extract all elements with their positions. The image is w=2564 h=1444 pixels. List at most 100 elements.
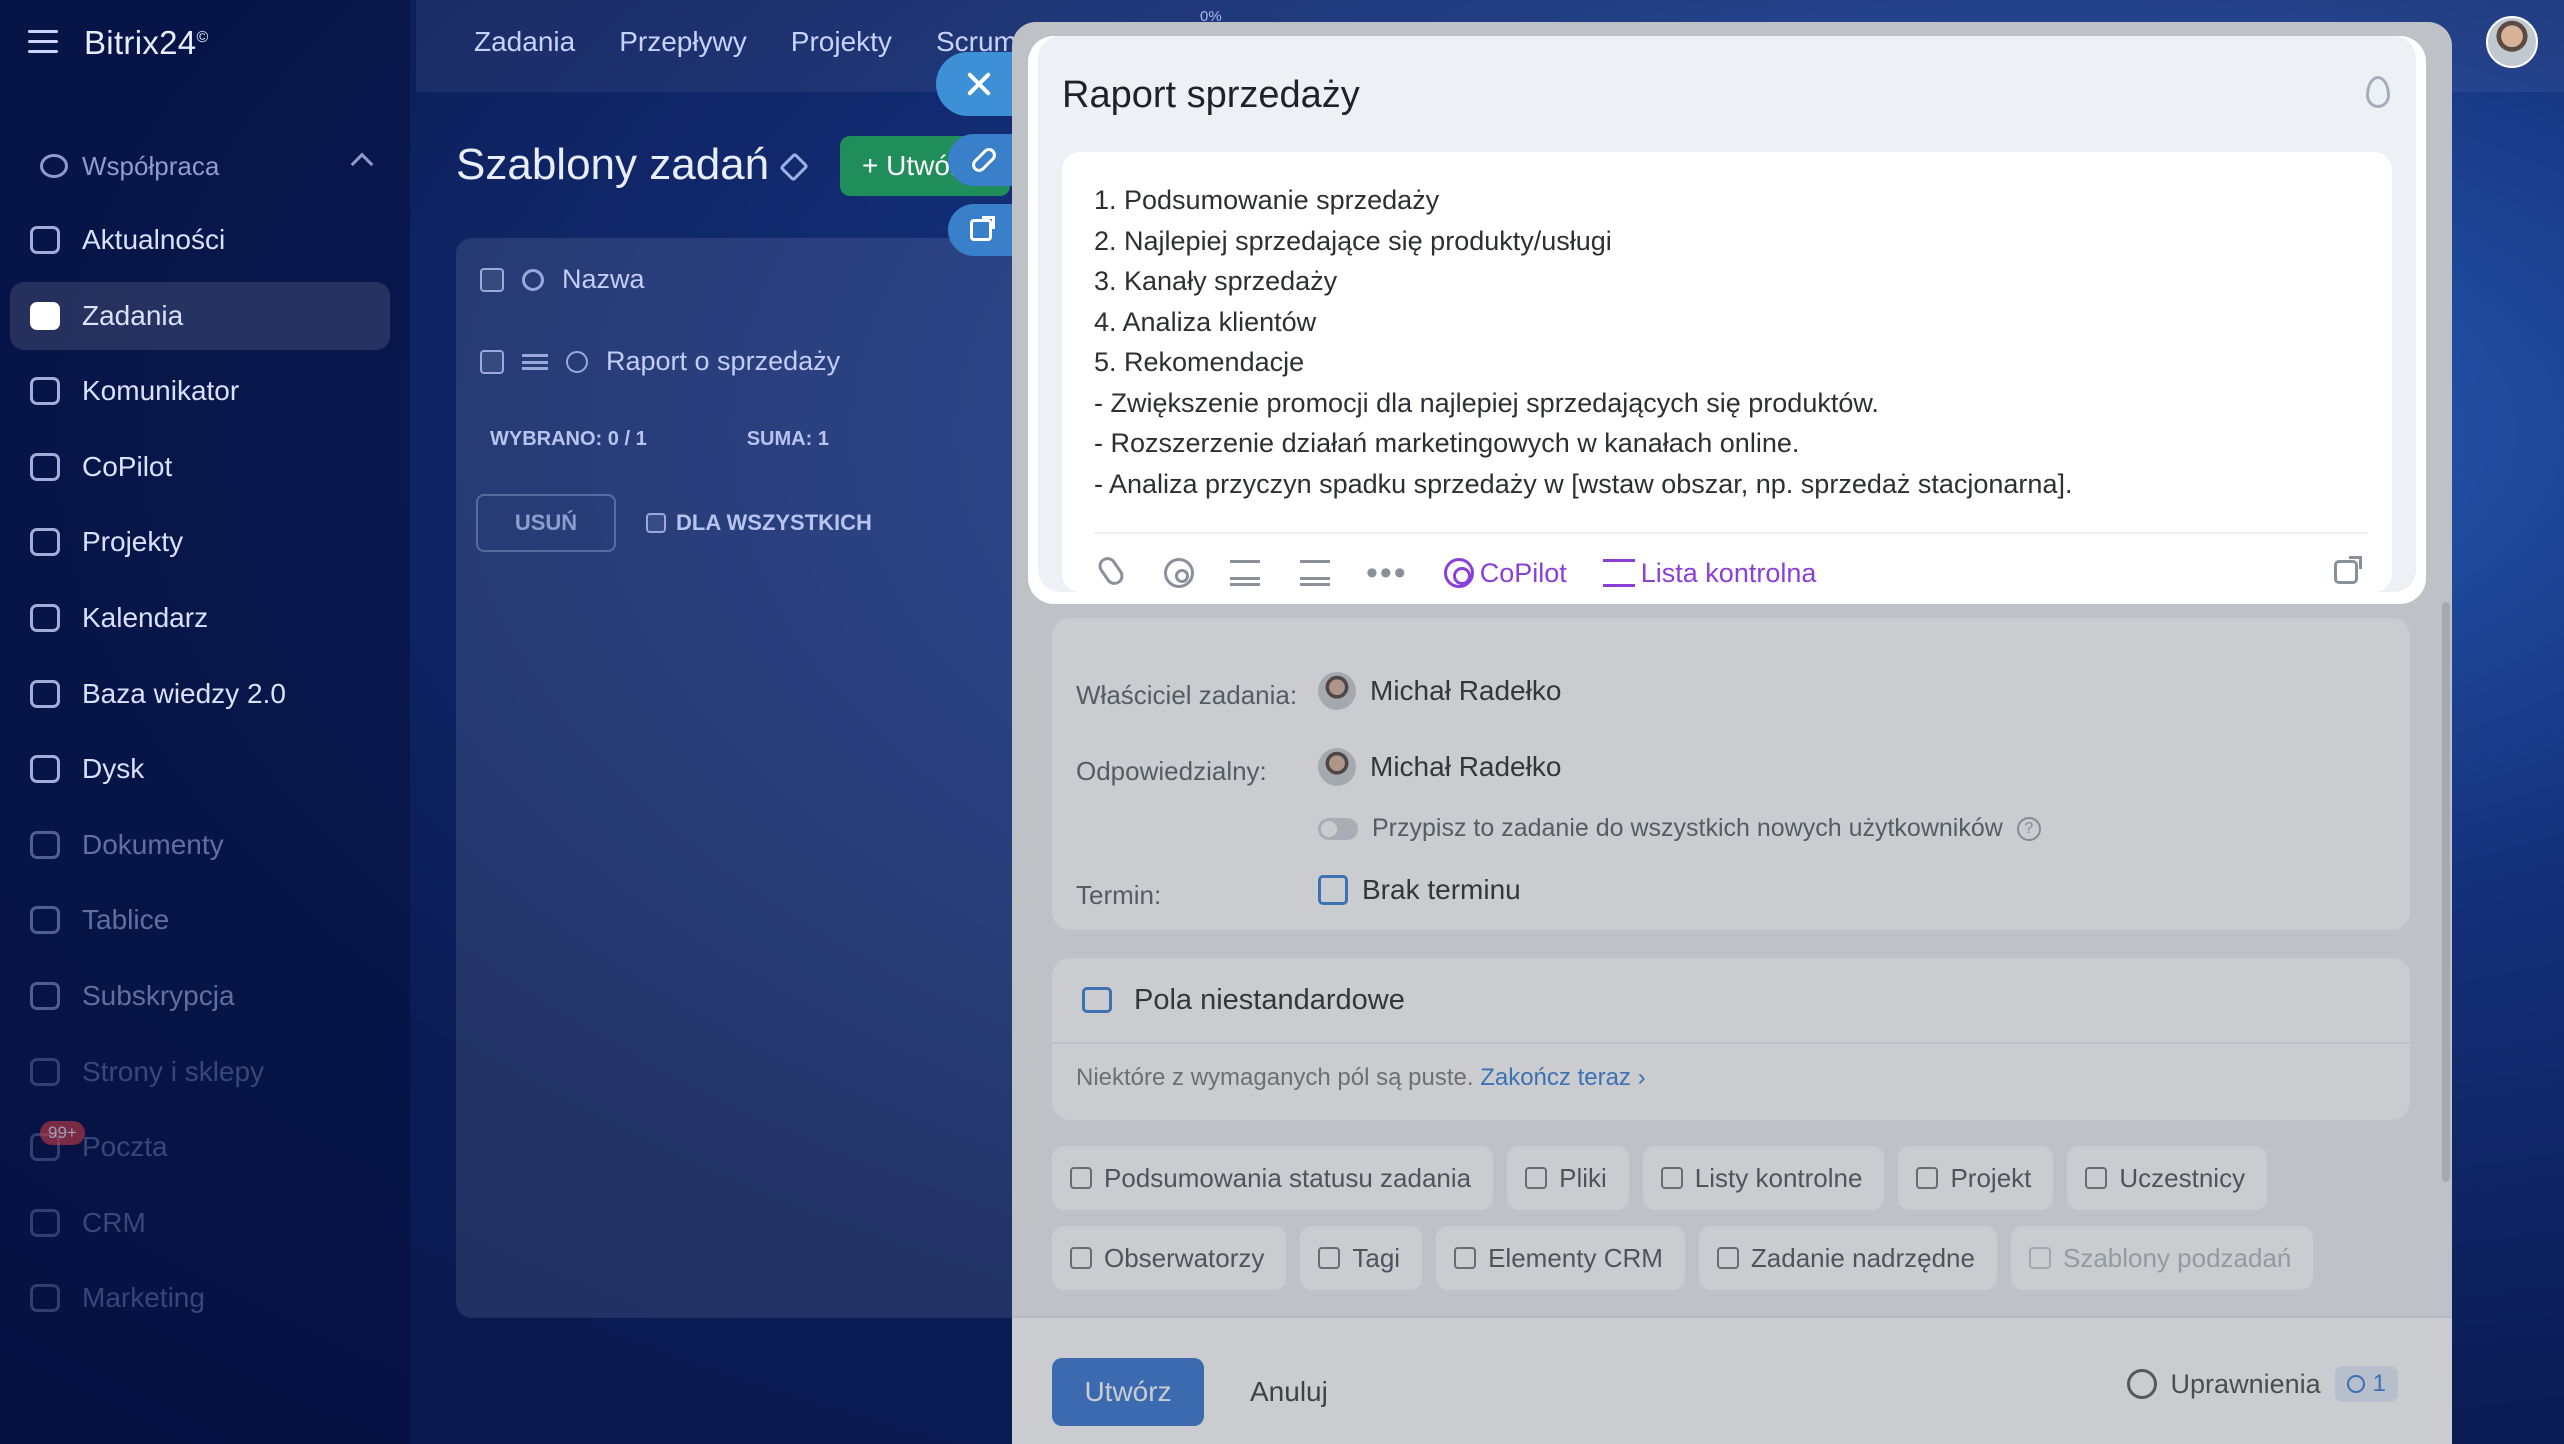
sidebar-item-messenger[interactable]: Komunikator [10,357,390,425]
responsible-value[interactable]: Michał Radełko [1318,748,1561,786]
deadline-value[interactable]: Brak terminu [1318,874,1521,906]
select-all-checkbox[interactable] [480,267,504,292]
numbered-list-icon[interactable] [1300,560,1330,586]
custom-fields-header[interactable]: Pola niestandardowe [1052,958,2410,1044]
mail-count-badge: 99+ [40,1121,85,1146]
menu-icon[interactable] [28,30,58,54]
grid-stats: WYBRANO: 0 / 1 SUMA: 1 [490,428,829,451]
description-text[interactable]: 1. Podsumowanie sprzedaży 2. Najlepiej s… [1094,180,2072,504]
chip-tags[interactable]: Tagi [1300,1226,1423,1290]
user-avatar[interactable] [2486,16,2538,68]
knowledge-icon [30,679,60,708]
row-title[interactable]: Raport o sprzedaży [606,346,840,377]
grid-settings-icon[interactable] [522,268,544,291]
chip-status-summaries[interactable]: Podsumowania statusu zadania [1052,1146,1494,1210]
sidebar-item-mail[interactable]: 99+ Poczta [10,1113,390,1181]
chip-parent-task[interactable]: Zadanie nadrzędne [1698,1226,1997,1290]
hash-icon [1318,1247,1341,1269]
tasks-icon [30,301,60,330]
help-icon[interactable]: ? [2016,816,2041,841]
chip-project[interactable]: Projekt [1898,1146,2054,1210]
selected-count: WYBRANO: 0 / 1 [490,428,647,450]
nav-group-label: Współpraca [82,150,220,181]
sidebar-nav: Aktualności Zadania Komunikator CoPilot … [10,206,390,1340]
for-all-option[interactable]: DLA WSZYSTKICH [646,510,872,536]
checklist-icon [1602,559,1635,587]
projects-icon [30,528,60,557]
expand-editor-icon[interactable] [2334,556,2362,584]
documents-icon [30,830,60,859]
crm-icon [30,1208,60,1237]
sidebar-item-drive[interactable]: Dysk [10,735,390,803]
row-menu-icon[interactable] [522,353,548,370]
copilot-icon [1443,558,1474,588]
attach-button[interactable] [1094,553,1128,590]
assign-all-row: Przypisz to zadanie do wszystkich nowych… [1318,814,2041,843]
top-nav-projects[interactable]: Projekty [791,26,892,58]
delete-button[interactable]: USUŃ [476,494,616,552]
deadline-label: Termin: [1076,880,1162,910]
sidebar-item-marketing[interactable]: Marketing [10,1264,390,1332]
sidebar-item-documents[interactable]: Dokumenty [10,811,390,879]
grid-header: Nazwa [480,264,645,295]
row-checkbox[interactable] [480,349,504,374]
sidebar-item-projects[interactable]: Projekty [10,508,390,576]
subtask-icon [2028,1247,2051,1269]
sum-count: SUMA: 1 [746,428,829,450]
chip-files[interactable]: Pliki [1507,1146,1629,1210]
sidebar-item-copilot[interactable]: CoPilot [10,433,390,501]
chip-crm-items[interactable]: Elementy CRM [1436,1226,1685,1290]
brand-logo[interactable]: Bitrix24© [84,24,209,62]
description-editor[interactable]: 1. Podsumowanie sprzedaży 2. Najlepiej s… [1062,152,2392,592]
column-name-header[interactable]: Nazwa [562,264,645,295]
finish-now-link[interactable]: Zakończ teraz › [1480,1064,1645,1091]
summary-icon [1070,1167,1092,1189]
create-button[interactable]: Utwórz [1052,1358,1204,1426]
modal-scrollbar[interactable] [2440,22,2452,1292]
top-nav-tasks[interactable]: Zadania [474,26,575,58]
task-title[interactable]: Raport sprzedaży [1062,74,1360,117]
chip-checklists[interactable]: Listy kontrolne [1642,1146,1885,1210]
calendar-icon [1318,875,1348,905]
sidebar-item-crm[interactable]: CRM [10,1189,390,1257]
sidebar-item-news[interactable]: Aktualności [10,206,390,274]
bullet-list-icon[interactable] [1230,560,1260,586]
avatar [1318,672,1356,710]
chip-subtask-templates: Szablony podzadań [2010,1226,2314,1290]
sidebar-item-boards[interactable]: Tablice [10,886,390,954]
sidebar-item-knowledge[interactable]: Baza wiedzy 2.0 [10,660,390,728]
for-all-checkbox[interactable] [646,513,666,533]
copilot-button[interactable]: CoPilot [1443,558,1567,589]
avatar [1318,748,1356,786]
boards-icon [30,906,60,935]
top-nav-flows[interactable]: Przepływy [619,26,747,58]
more-icon[interactable]: ••• [1366,556,1408,590]
custom-fields-card: Pola niestandardowe Niektóre z wymaganyc… [1052,958,2410,1120]
sidebar-item-sites[interactable]: Strony i sklepy [10,1038,390,1106]
owner-value[interactable]: Michał Radełko [1318,672,1561,710]
table-row: Raport o sprzedaży [480,346,840,377]
left-sidebar: Bitrix24© Współpraca Aktualności Zadania… [0,0,410,1444]
nav-group-collaboration[interactable]: Współpraca [10,132,390,200]
link-icon [969,145,999,175]
external-link-icon [970,216,995,241]
mention-icon[interactable] [1164,558,1194,588]
user-icon [2085,1167,2108,1189]
sidebar-item-calendar[interactable]: Kalendarz [10,584,390,652]
sidebar-item-subscription[interactable]: Subskrypcja [10,962,390,1030]
permissions-button[interactable]: Uprawnienia 1 [2126,1366,2398,1402]
chip-participants[interactable]: Uczestnicy [2067,1146,2268,1210]
flame-icon[interactable] [2366,76,2390,108]
assign-all-toggle[interactable] [1318,817,1358,840]
sidebar-item-tasks[interactable]: Zadania [10,281,390,350]
grid-actions: USUŃ DLA WSZYSTKICH [476,494,872,552]
checklist-button[interactable]: Lista kontrolna [1602,558,1816,589]
cancel-button[interactable]: Anuluj [1250,1358,1328,1426]
pin-icon[interactable] [779,152,809,182]
page-title: Szablony zadań [456,140,770,189]
custom-fields-note: Niektóre z wymaganych pól są puste. Zako… [1076,1064,1646,1091]
editor-toolbar: ••• CoPilot Lista kontrolna [1094,553,1816,590]
chip-observers[interactable]: Obserwatorzy [1052,1226,1287,1290]
permissions-count-badge: 1 [2334,1366,2398,1402]
users-icon [2346,1375,2365,1393]
